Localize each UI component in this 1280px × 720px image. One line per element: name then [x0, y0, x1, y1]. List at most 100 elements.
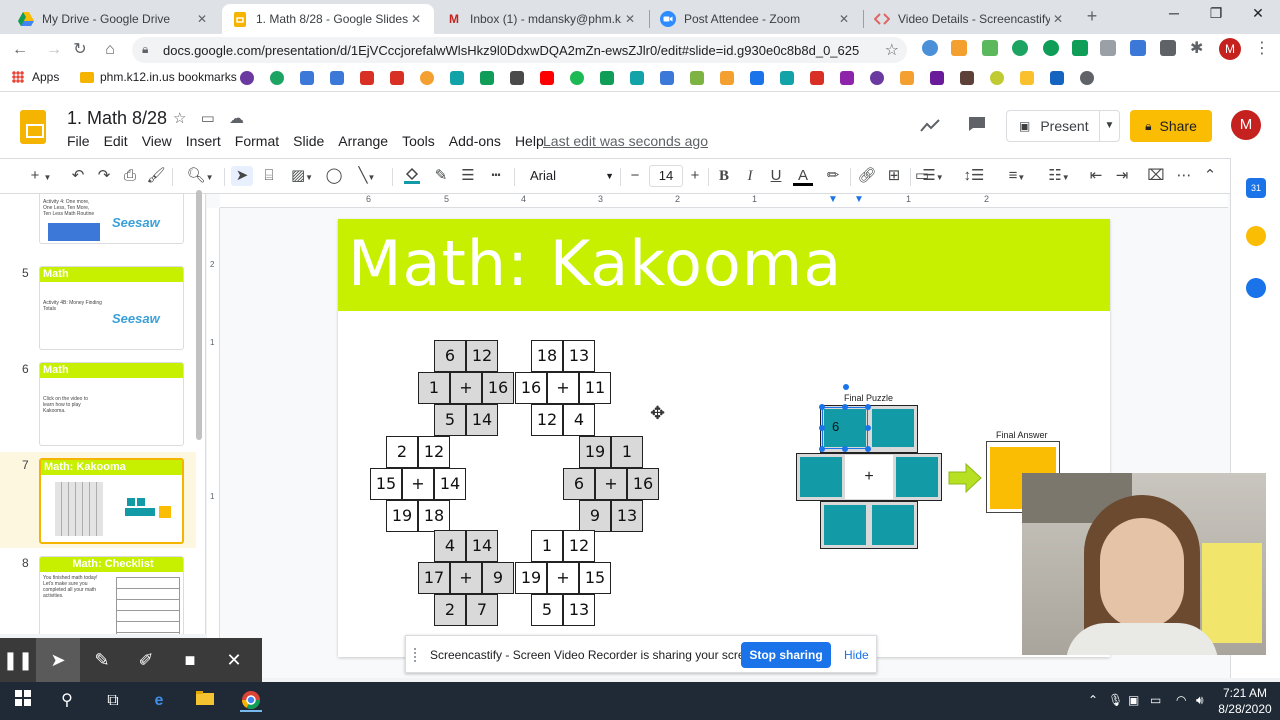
shield-extension-icon[interactable]	[922, 40, 938, 56]
cloud-saved-icon[interactable]: ☁︎	[229, 110, 244, 127]
bookmark-icon[interactable]	[750, 71, 764, 85]
chevron-up-icon[interactable]: ⌃	[1088, 693, 1098, 707]
system-clock[interactable]: 7:21 AM 8/28/2020	[1212, 685, 1278, 717]
final-puzzle-tile[interactable]	[824, 505, 866, 545]
indent-marker[interactable]: ▼	[828, 194, 838, 205]
forward-button[interactable]: →	[44, 40, 64, 60]
bulleted-list-icon[interactable]: ☷▼	[1044, 166, 1074, 186]
align-icon[interactable]: ☰▼	[918, 166, 948, 186]
add-comment-icon[interactable]: ⊞	[884, 166, 904, 186]
hide-button[interactable]: Hide	[844, 648, 869, 662]
bookmark-icon[interactable]	[780, 71, 794, 85]
resize-handle[interactable]	[819, 425, 825, 431]
zoom-icon[interactable]: 🔍︎▼	[182, 166, 218, 186]
bookmark-icon[interactable]	[660, 71, 674, 85]
bookmark-icon[interactable]	[1020, 71, 1034, 85]
extension-icon[interactable]	[1160, 40, 1176, 56]
indent-marker[interactable]: ▼	[854, 194, 864, 205]
file-explorer-icon[interactable]	[194, 690, 216, 712]
bookmark-icon[interactable]	[300, 71, 314, 85]
resize-handle[interactable]	[842, 404, 848, 410]
font-family-select[interactable]: Arial ▼	[524, 166, 618, 186]
bookmark-icon[interactable]	[960, 71, 974, 85]
search-icon[interactable]: ⚲	[56, 690, 78, 712]
final-puzzle-tile[interactable]	[896, 457, 938, 497]
menu-arrange[interactable]: Arrange	[338, 133, 388, 149]
wifi-icon[interactable]: ◠	[1176, 693, 1186, 707]
drag-handle[interactable]	[414, 648, 420, 662]
increase-indent-icon[interactable]: ⇥	[1112, 166, 1132, 186]
avatar[interactable]: M	[1231, 110, 1261, 140]
vertical-ruler[interactable]: 2 1 1	[207, 208, 220, 678]
url-bar[interactable]: 🔒︎ docs.google.com/presentation/d/1EjVCc…	[132, 37, 907, 63]
task-view-icon[interactable]: ⧉	[102, 690, 124, 712]
tab-google-slides[interactable]: 1. Math 8/28 - Google Slides ✕	[222, 4, 434, 34]
apps-bookmark[interactable]: Apps	[12, 70, 59, 84]
highlighter-tool-icon[interactable]: ✐	[124, 638, 168, 682]
bookmark-icon[interactable]	[990, 71, 1004, 85]
extension-icon[interactable]	[1130, 40, 1146, 56]
resize-handle[interactable]	[819, 404, 825, 410]
select-tool-icon[interactable]: ➤	[231, 166, 253, 186]
menu-format[interactable]: Format	[235, 133, 279, 149]
font-size-input[interactable]: 14	[649, 165, 683, 187]
youtube-icon[interactable]	[540, 71, 554, 85]
close-icon[interactable]: ✕	[212, 638, 256, 682]
menu-help[interactable]: Help	[515, 133, 544, 149]
resize-handle[interactable]	[819, 446, 825, 452]
tab-zoom[interactable]: Post Attendee - Zoom ✕	[650, 4, 862, 34]
italic-button[interactable]: I	[741, 166, 759, 186]
slide-thumbnail-selected[interactable]: 7 Math: Kakooma	[0, 452, 196, 548]
menu-view[interactable]: View	[142, 133, 172, 149]
bookmark-icon[interactable]	[390, 71, 404, 85]
extension-icon[interactable]	[1100, 40, 1116, 56]
tray-app-icon[interactable]: ▣	[1128, 693, 1139, 707]
bookmark-icon[interactable]	[600, 71, 614, 85]
google-slides-logo[interactable]	[20, 110, 46, 144]
bookmark-star-icon[interactable]: ☆	[885, 40, 899, 60]
maximize-button[interactable]: ❐	[1196, 5, 1236, 22]
bookmark-icon[interactable]	[810, 71, 824, 85]
close-icon[interactable]: ✕	[622, 12, 638, 26]
final-puzzle-tile[interactable]	[872, 505, 914, 545]
bookmark-icon[interactable]	[570, 71, 584, 85]
bookmark-icon[interactable]	[870, 71, 884, 85]
close-icon[interactable]: ✕	[1050, 12, 1066, 26]
resize-handle[interactable]	[865, 404, 871, 410]
filmstrip-scrollbar[interactable]	[196, 190, 202, 440]
slide[interactable]: Math: Kakooma 6 12 1 + 16 5 14 18 13 16 …	[338, 219, 1110, 657]
bookmark-icon[interactable]	[720, 71, 734, 85]
keep-icon[interactable]	[1246, 226, 1266, 246]
extension-icon[interactable]	[1043, 40, 1059, 56]
redo-icon[interactable]: ↷	[94, 166, 114, 186]
share-button[interactable]: 🔒︎ Share	[1130, 110, 1212, 142]
tab-my-drive[interactable]: My Drive - Google Drive ✕	[8, 4, 220, 34]
windows-start-icon[interactable]	[12, 690, 34, 712]
profile-avatar[interactable]: M	[1219, 38, 1241, 60]
move-folder-icon[interactable]: ▭	[201, 110, 215, 127]
paint-format-icon[interactable]: 🖌︎	[146, 166, 166, 186]
close-icon[interactable]: ✕	[194, 12, 210, 26]
menu-slide[interactable]: Slide	[293, 133, 324, 149]
bookmark-icon[interactable]	[480, 71, 494, 85]
pause-icon[interactable]: ❚❚	[0, 638, 36, 682]
volume-icon[interactable]: 🔊︎	[1196, 693, 1204, 708]
camera-icon[interactable]: ■	[168, 638, 212, 682]
slide-thumbnail[interactable]: Activity 4: One more, One Less, Ten More…	[0, 194, 196, 260]
border-weight-icon[interactable]: ☰	[457, 166, 479, 186]
menu-tools[interactable]: Tools	[402, 133, 435, 149]
bookmark-icon[interactable]	[690, 71, 704, 85]
resize-handle[interactable]	[865, 425, 871, 431]
line-spacing-icon[interactable]: ↕☰	[962, 166, 986, 186]
microphone-icon[interactable]: 🎙︎	[1108, 693, 1123, 707]
calendar-icon[interactable]: 31	[1246, 178, 1266, 198]
text-box-icon[interactable]: ⌸	[258, 166, 280, 186]
battery-icon[interactable]: ▭	[1150, 693, 1161, 707]
menu-insert[interactable]: Insert	[186, 133, 221, 149]
undo-icon[interactable]: ↶	[68, 166, 88, 186]
clear-formatting-icon[interactable]: ⌧	[1146, 166, 1166, 186]
decrease-font-size-button[interactable]: −	[626, 166, 644, 186]
menu-add-ons[interactable]: Add-ons	[449, 133, 501, 149]
extension-icon[interactable]	[1072, 40, 1088, 56]
numbered-list-icon[interactable]: ≡▼	[1002, 166, 1032, 186]
